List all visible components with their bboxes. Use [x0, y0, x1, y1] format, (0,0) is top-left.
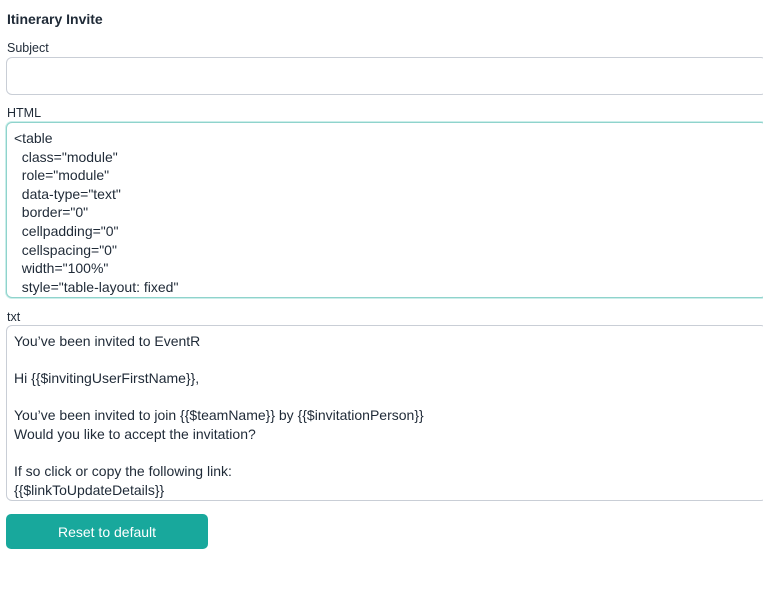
- subject-input[interactable]: [6, 57, 763, 95]
- subject-label: Subject: [7, 41, 49, 55]
- form-title: Itinerary Invite: [7, 11, 103, 27]
- reset-to-default-button[interactable]: Reset to default: [6, 514, 208, 549]
- html-textarea[interactable]: <table class="module" role="module" data…: [6, 122, 763, 298]
- html-label: HTML: [7, 106, 42, 120]
- txt-textarea[interactable]: You’ve been invited to EventR Hi {{$invi…: [6, 325, 763, 501]
- txt-label: txt: [7, 310, 21, 324]
